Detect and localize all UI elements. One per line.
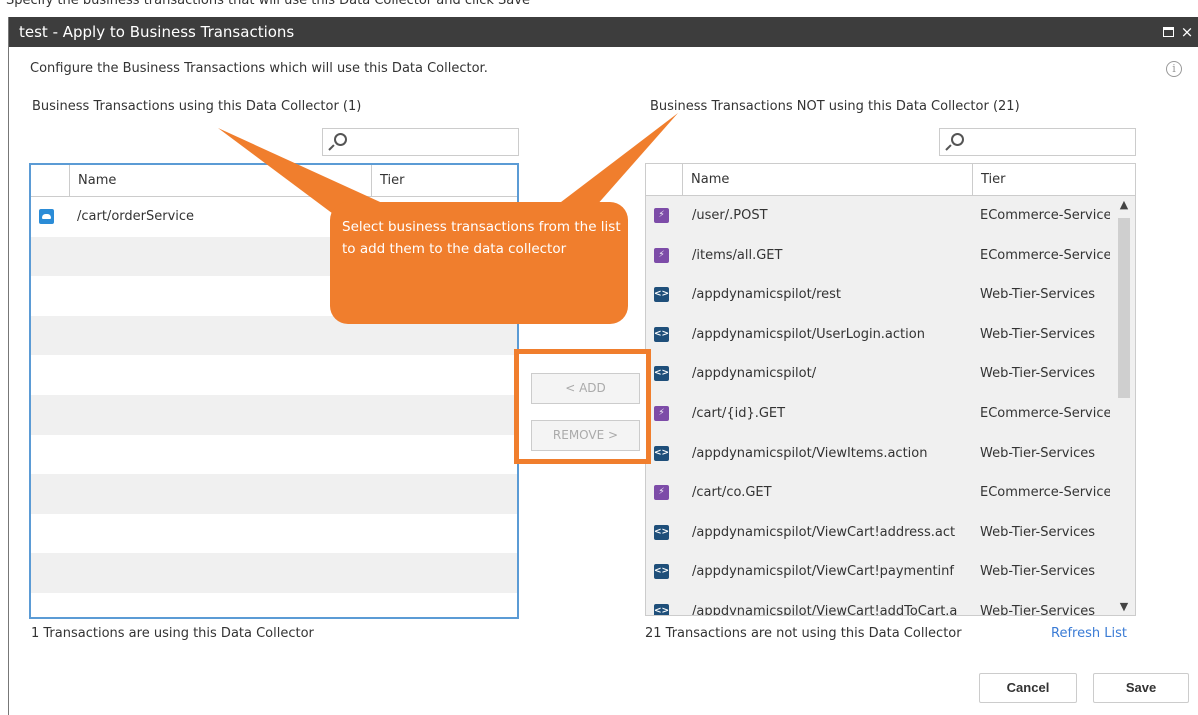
table-row[interactable]: ⚡ /user/.POST ECommerce-Service: [646, 196, 1135, 236]
row-name: /cart/orderService: [77, 209, 195, 224]
table-row: [31, 355, 517, 395]
code-icon: <>: [654, 366, 669, 382]
right-panel-label: Business Transactions NOT using this Dat…: [650, 99, 1020, 114]
row-name: /appdynamicspilot/rest: [692, 287, 842, 303]
row-tier: Web-Tier-Services: [980, 445, 1096, 461]
column-header-name[interactable]: Name: [69, 165, 371, 196]
table-row: [31, 315, 517, 356]
table-row: [31, 474, 517, 514]
row-tier: ECommerce-Service: [980, 247, 1110, 263]
row-name: /appdynamicspilot/ViewCart!address.act: [692, 524, 956, 540]
lightning-icon: ⚡: [654, 247, 669, 263]
table-row[interactable]: <> /appdynamicspilot/UserLogin.action Web-…: [646, 314, 1135, 355]
remove-button[interactable]: REMOVE >: [531, 420, 640, 451]
background-instruction-text: Specify the business transactions that w…: [0, 0, 1198, 10]
close-icon[interactable]: ×: [1179, 24, 1195, 40]
table-row[interactable]: ⚡ /cart/co.GET ECommerce-Service: [646, 473, 1135, 513]
lightning-icon: ⚡: [654, 485, 669, 501]
dialog-titlebar: test - Apply to Business Transactions ×: [9, 17, 1198, 47]
table-row[interactable]: <> /appdynamicspilot/ViewCart!paymentinf W…: [646, 552, 1135, 592]
left-search-input[interactable]: [322, 128, 519, 156]
unused-transactions-table[interactable]: Name Tier ⚡/user/.POST ECommerce-Service ⚡…: [645, 163, 1136, 616]
left-panel-footer: 1 Transactions are using this Data Colle…: [31, 626, 314, 641]
table-row: [31, 394, 517, 435]
scroll-thumb[interactable]: [1118, 218, 1130, 398]
add-button[interactable]: < ADD: [531, 373, 640, 404]
table-row[interactable]: <> /appdynamicspilot/Web-Tier-Services: [646, 354, 1135, 394]
table-row: [31, 435, 517, 475]
code-icon: <>: [654, 564, 669, 580]
row-name: /appdynamicspilot/ViewCart!paymentinf: [692, 564, 954, 580]
table-row[interactable]: <> /appdynamicspilot/ViewCart!addToCart.a…: [646, 591, 1135, 616]
row-tier: Web-Tier-Services: [980, 524, 1096, 540]
table-row: [31, 514, 517, 554]
table-row[interactable]: ⚡ /items/all.GET ECommerce-Service: [646, 235, 1135, 276]
table-row: [31, 553, 517, 593]
right-table-body: ⚡ /user/.POST ECommerce-Service ⚡ /items/all…: [646, 196, 1135, 616]
add-remove-highlight: < ADD REMOVE >: [514, 349, 651, 464]
code-icon: <>: [654, 445, 669, 461]
row-tier: Web-Tier-Services: [980, 326, 1096, 342]
row-name: /cart/co.GET: [692, 485, 772, 501]
row-tier: Web-Tier-Services: [980, 366, 1096, 382]
code-icon: <>: [654, 524, 669, 540]
scroll-up-icon[interactable]: ▲: [1117, 198, 1131, 212]
row-tier: Web-Tier-Services: [980, 564, 1096, 580]
scrollbar[interactable]: ▲ ▼: [1114, 196, 1134, 615]
row-name: /items/all.GET: [692, 247, 783, 263]
apply-dialog: test - Apply to Business Transactions × …: [8, 17, 1198, 715]
dialog-description: Configure the Business Transactions whic…: [30, 61, 488, 76]
left-panel-label: Business Transactions using this Data Co…: [32, 99, 362, 114]
row-tier: ECommerce-Service: [980, 485, 1110, 501]
right-panel-footer: 21 Transactions are not using this Data …: [645, 626, 962, 641]
code-icon: <>: [654, 326, 669, 342]
callout-text: Select business transactions from the li…: [342, 219, 621, 257]
refresh-list-link[interactable]: Refresh List: [1051, 626, 1127, 641]
row-name: /cart/{id}.GET: [692, 405, 786, 421]
row-name: /appdynamicspilot/: [692, 366, 817, 382]
scroll-down-icon[interactable]: ▼: [1117, 600, 1131, 614]
right-search-input[interactable]: [939, 128, 1136, 156]
table-row: [31, 276, 517, 316]
row-name: /appdynamicspilot/ViewItems.action: [692, 445, 928, 461]
row-tier: ECommerce-Service: [980, 208, 1110, 223]
table-row[interactable]: <> /appdynamicspilot/rest Web-Tier-Service…: [646, 275, 1135, 315]
search-icon: [944, 133, 964, 153]
lightning-icon: ⚡: [654, 405, 669, 421]
table-row[interactable]: ⚡ /cart/{id}.GET ECommerce-Service: [646, 393, 1135, 434]
dialog-title: test - Apply to Business Transactions: [19, 23, 295, 41]
lightning-icon: ⚡: [654, 208, 669, 223]
row-name: /user/.POST: [692, 208, 768, 223]
info-icon[interactable]: i: [1166, 61, 1182, 77]
column-header-tier[interactable]: Tier: [371, 165, 517, 196]
column-header-name[interactable]: Name: [682, 164, 972, 195]
table-row[interactable]: <> /appdynamicspilot/ViewItems.action Web-…: [646, 433, 1135, 474]
code-icon: <>: [654, 603, 669, 615]
cloud-icon: [39, 209, 54, 224]
row-name: /appdynamicspilot/ViewCart!addToCart.a: [692, 603, 958, 616]
table-row[interactable]: <> /appdynamicspilot/ViewCart!address.act…: [646, 512, 1135, 553]
row-tier: ECommerce-Service: [980, 405, 1110, 421]
cancel-button[interactable]: Cancel: [979, 673, 1077, 703]
row-tier: Web-Tier-Services: [980, 603, 1096, 616]
code-icon: <>: [654, 287, 669, 303]
save-button[interactable]: Save: [1093, 673, 1189, 703]
maximize-icon[interactable]: [1160, 24, 1176, 40]
row-name: /appdynamicspilot/UserLogin.action: [692, 326, 925, 342]
column-header-tier[interactable]: Tier: [972, 164, 1114, 195]
table-header: Name Tier: [31, 165, 517, 197]
row-tier: Web-Tier-Services: [980, 287, 1096, 303]
table-header: Name Tier: [646, 164, 1135, 196]
search-icon: [327, 133, 347, 153]
